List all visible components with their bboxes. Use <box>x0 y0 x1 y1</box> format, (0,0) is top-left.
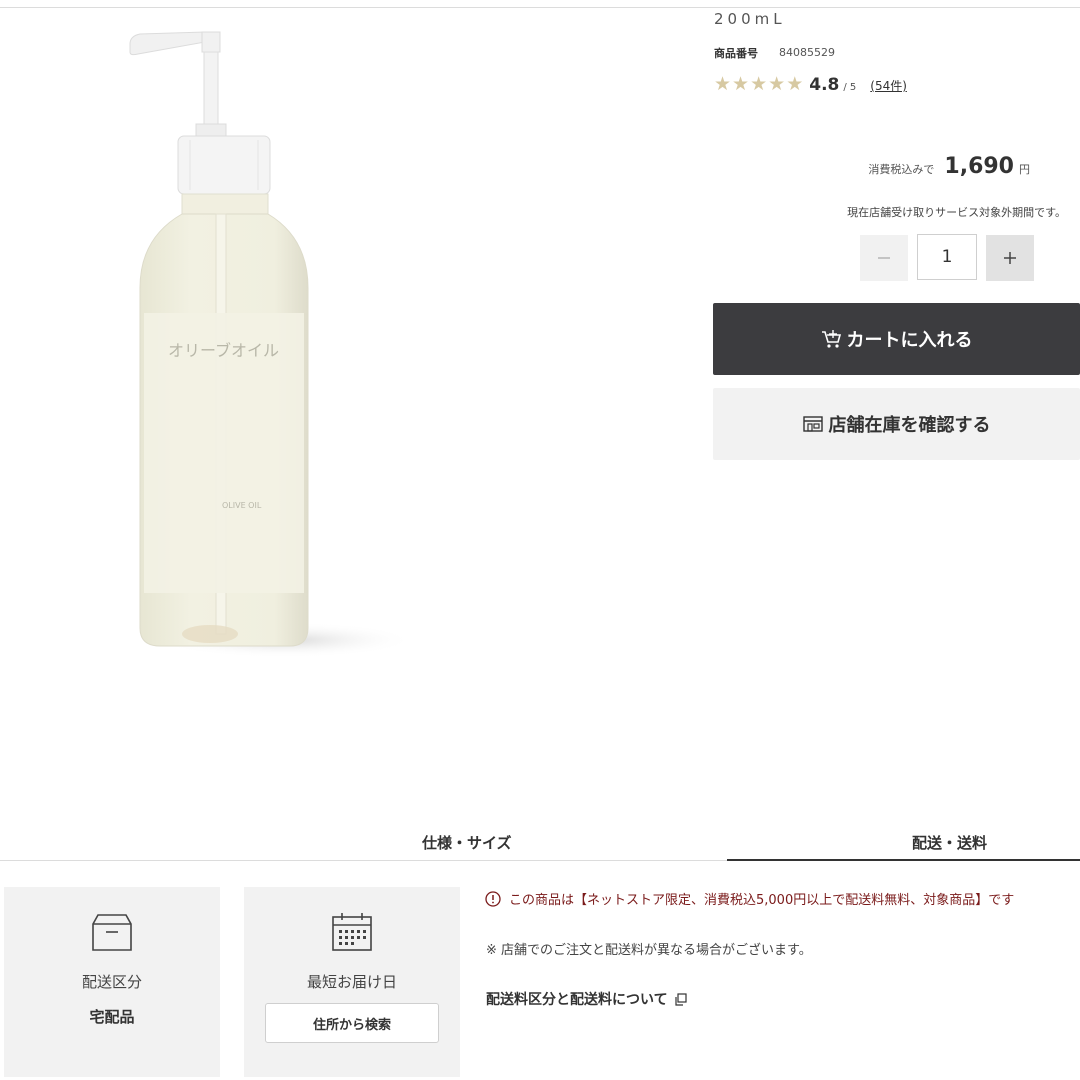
delivery-type-label: 配送区分 <box>81 973 142 991</box>
rating-max: / 5 <box>843 82 857 93</box>
search-by-address-button[interactable]: 住所から検索 <box>265 1003 439 1043</box>
quantity-input[interactable]: 1 <box>917 234 977 280</box>
star-icon: ★ <box>750 73 768 95</box>
review-count-link[interactable]: (54件) <box>870 77 907 94</box>
box-icon <box>92 914 132 951</box>
rating: ★ ★ ★ ★ ★ 4.8 / 5 (54件) <box>714 73 907 95</box>
store-icon <box>802 416 823 432</box>
minus-icon <box>878 257 890 259</box>
store-fee-note: ※ 店舗でのご注文と配送料が異なる場合がございます。 <box>486 943 812 958</box>
add-to-cart-label: カートに入れる <box>846 330 973 351</box>
tab-shipping[interactable]: 配送・送料 <box>912 832 987 853</box>
shipping-fee-link-label: 配送料区分と配送料について <box>486 992 668 1008</box>
quantity-increase-button[interactable] <box>986 235 1034 281</box>
tab-spec-size[interactable]: 仕様・サイズ <box>422 832 512 853</box>
sku-label: 商品番号 <box>714 47 758 60</box>
rating-score: 4.8 <box>809 75 840 95</box>
tab-active-indicator <box>727 859 1080 861</box>
calendar-icon <box>332 913 372 951</box>
product-size: 200mL <box>714 10 786 28</box>
bottle-label-en: OLIVE OIL <box>222 501 262 510</box>
star-icon: ★ <box>714 73 732 95</box>
external-link-icon <box>674 992 687 1006</box>
earliest-delivery-label: 最短お届け日 <box>306 973 397 991</box>
add-to-cart-button[interactable]: カートに入れる <box>713 303 1080 375</box>
free-shipping-notice: この商品は【ネットストア限定、消費税込5,000円以上で配送料無料、対象商品】で… <box>485 889 1014 908</box>
delivery-type-card: 配送区分 宅配品 <box>4 887 220 1077</box>
sku-value: 84085529 <box>779 46 835 59</box>
earliest-delivery-card: 最短お届け日 住所から検索 <box>244 887 460 1077</box>
price-label: 消費税込みで <box>868 163 935 176</box>
delivery-type-value: 宅配品 <box>89 1008 135 1026</box>
plus-icon <box>1004 252 1016 264</box>
rating-stars: ★ ★ ★ ★ ★ <box>714 73 803 95</box>
price: 消費税込みで 1,690 円 <box>868 154 1030 179</box>
cart-icon <box>821 330 841 348</box>
check-store-stock-button[interactable]: 店舗在庫を確認する <box>713 388 1080 460</box>
free-shipping-notice-text: この商品は【ネットストア限定、消費税込5,000円以上で配送料無料、対象商品】で… <box>509 893 1015 908</box>
star-icon: ★ <box>732 73 750 95</box>
header-divider <box>0 7 1080 8</box>
bottle-label-jp: オリーブオイル <box>168 341 279 360</box>
star-icon: ★ <box>768 73 786 95</box>
price-unit: 円 <box>1019 163 1030 176</box>
price-value: 1,690 <box>944 154 1014 179</box>
check-store-stock-label: 店舗在庫を確認する <box>828 415 991 436</box>
product-image: オリーブオイル OLIVE OIL <box>129 31 410 658</box>
quantity-decrease-button[interactable] <box>860 235 908 281</box>
shipping-fee-link[interactable]: 配送料区分と配送料について <box>486 989 687 1009</box>
pickup-note: 現在店舗受け取りサービス対象外期間です。 <box>847 206 1066 219</box>
star-icon: ★ <box>786 73 804 95</box>
info-icon <box>485 890 501 907</box>
